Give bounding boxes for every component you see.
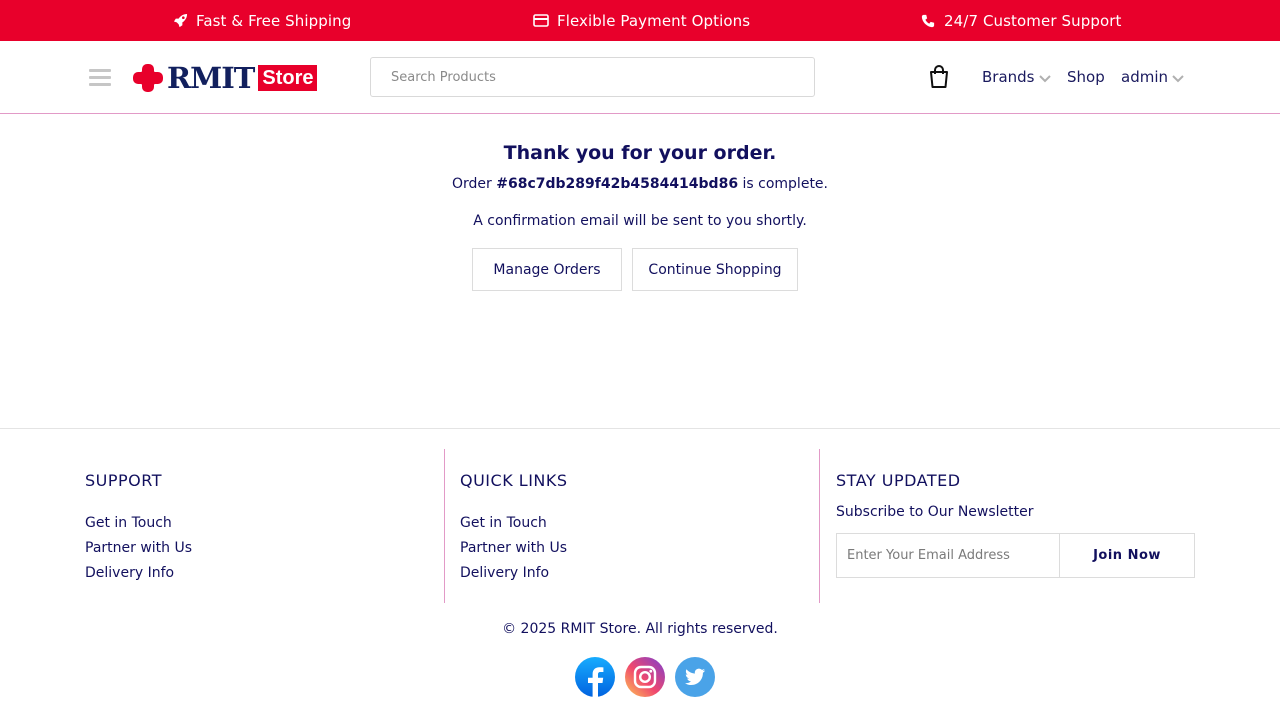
promo-support: 24/7 Customer Support: [920, 0, 1121, 41]
promo-shipping: Fast & Free Shipping: [172, 0, 351, 41]
nav-shop[interactable]: Shop: [1067, 65, 1105, 89]
chevron-down-icon: [1172, 74, 1184, 82]
site-footer: SUPPORT Get in Touch Partner with Us Del…: [0, 428, 1280, 720]
nav-shop-label: Shop: [1067, 68, 1105, 86]
promo-bar: Fast & Free Shipping Flexible Payment Op…: [0, 0, 1280, 41]
nav-account-label: admin: [1121, 68, 1168, 86]
footer-heading: QUICK LINKS: [460, 471, 568, 490]
confirmation-message: A confirmation email will be sent to you…: [473, 213, 807, 229]
manage-orders-button[interactable]: Manage Orders: [472, 248, 622, 291]
footer-links: Get in Touch Partner with Us Delivery In…: [85, 513, 192, 588]
footer-heading: SUPPORT: [85, 471, 162, 490]
join-now-button[interactable]: Join Now: [1060, 534, 1194, 577]
logo-badge: Store: [258, 64, 318, 91]
social-links: [574, 656, 724, 698]
footer-link-get-in-touch[interactable]: Get in Touch: [85, 513, 192, 538]
promo-label: 24/7 Customer Support: [944, 11, 1122, 30]
order-success: Thank you for your order. Order #68c7db2…: [0, 114, 1280, 428]
continue-shopping-button[interactable]: Continue Shopping: [632, 248, 798, 291]
promo-payment: Flexible Payment Options: [533, 0, 750, 41]
nav-brands-label: Brands: [982, 68, 1035, 86]
search-input[interactable]: [370, 57, 815, 97]
nav-brands[interactable]: Brands: [982, 65, 1051, 89]
footer-heading: STAY UPDATED: [836, 471, 961, 490]
email-field[interactable]: [837, 534, 1060, 577]
instagram-icon[interactable]: [624, 656, 666, 698]
phone-icon: [920, 13, 936, 29]
footer-link-get-in-touch[interactable]: Get in Touch: [460, 513, 567, 538]
order-id: #68c7db289f42b4584414bd86: [496, 176, 739, 192]
footer-quick-links: QUICK LINKS Get in Touch Partner with Us…: [460, 449, 820, 603]
credit-card-icon: [533, 13, 549, 29]
promo-label: Flexible Payment Options: [557, 11, 751, 30]
newsletter-form: Join Now: [836, 533, 1195, 578]
facebook-icon[interactable]: [574, 656, 616, 698]
footer-newsletter: STAY UPDATED Subscribe to Our Newsletter…: [836, 449, 1196, 603]
twitter-icon[interactable]: [674, 656, 716, 698]
site-header: RMIT Store Brands Shop admin: [0, 41, 1280, 114]
shopping-bag-icon[interactable]: [928, 65, 950, 89]
page-title: Thank you for your order.: [503, 142, 777, 164]
logo-mark-icon: [133, 63, 163, 92]
menu-icon[interactable]: [89, 69, 111, 86]
footer-links: Get in Touch Partner with Us Delivery In…: [460, 513, 567, 588]
footer-link-delivery[interactable]: Delivery Info: [460, 563, 567, 588]
promo-label: Fast & Free Shipping: [196, 11, 352, 30]
footer-support: SUPPORT Get in Touch Partner with Us Del…: [85, 449, 445, 603]
newsletter-subheading: Subscribe to Our Newsletter: [836, 504, 1034, 520]
footer-link-partner[interactable]: Partner with Us: [460, 538, 567, 563]
chevron-down-icon: [1038, 74, 1051, 82]
footer-link-delivery[interactable]: Delivery Info: [85, 563, 192, 588]
nav-account[interactable]: admin: [1121, 65, 1184, 89]
order-suffix: is complete.: [742, 176, 828, 192]
footer-link-partner[interactable]: Partner with Us: [85, 538, 192, 563]
order-prefix: Order: [451, 176, 492, 192]
site-logo[interactable]: RMIT Store: [133, 60, 318, 95]
copyright: © 2025 RMIT Store. All rights reserved.: [502, 621, 778, 637]
rocket-icon: [172, 13, 188, 29]
order-status-line: Order #68c7db289f42b4584414bd86 is compl…: [0, 176, 1280, 192]
logo-text: RMIT: [167, 60, 255, 95]
